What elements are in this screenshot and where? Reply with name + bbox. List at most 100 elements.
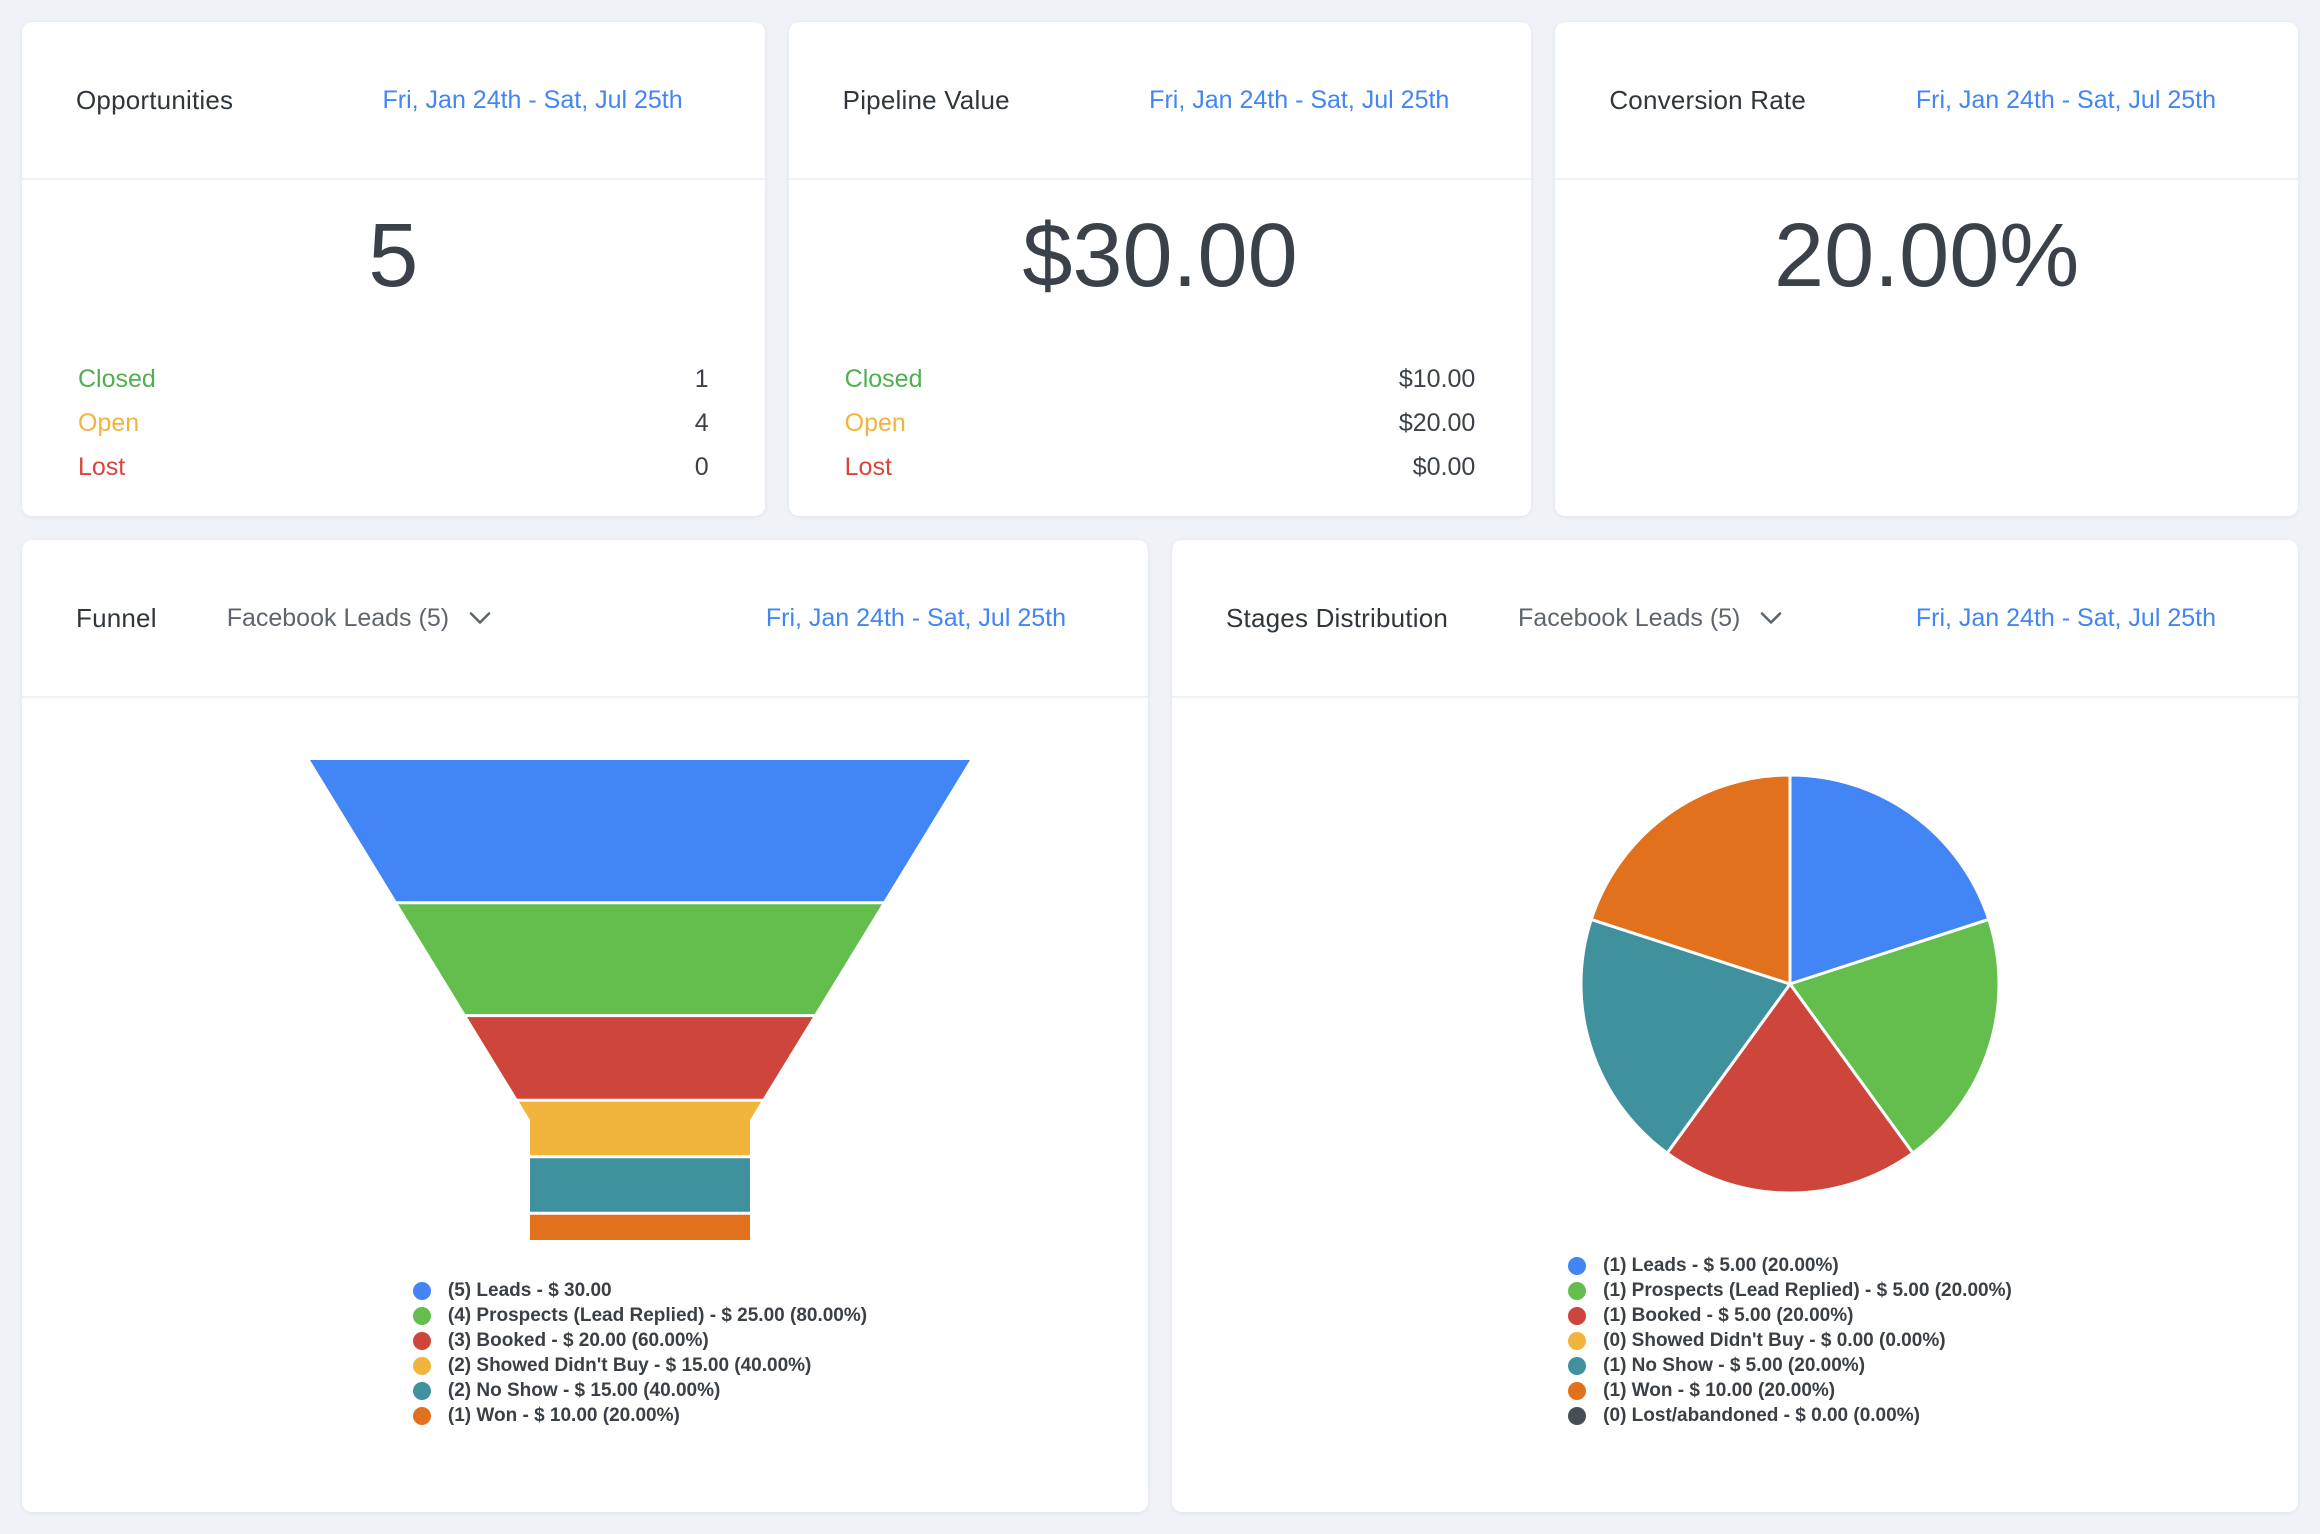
- stat-row-label: Open: [845, 409, 906, 438]
- legend-item-label: (1) Leads - $ 5.00 (20.00%): [1603, 1255, 1839, 1277]
- legend-dot-icon: [413, 1357, 431, 1375]
- stat-row-open: Open $20.00: [845, 401, 1476, 445]
- stages-distribution-card: Stages Distribution Facebook Leads (5) F…: [1172, 540, 2298, 1512]
- pipeline-value-card: Pipeline Value Fri, Jan 24th - Sat, Jul …: [789, 22, 1532, 516]
- card-title: Stages Distribution: [1226, 603, 1448, 634]
- stages-legend: (1) Leads - $ 5.00 (20.00%) (1) Prospects…: [1568, 1253, 2012, 1428]
- stat-row-label: Open: [78, 409, 139, 438]
- card-title: Funnel: [76, 603, 157, 634]
- stages-chart-area: (1) Leads - $ 5.00 (20.00%) (1) Prospects…: [1172, 698, 2298, 1428]
- legend-item-label: (2) No Show - $ 15.00 (40.00%): [448, 1380, 720, 1402]
- legend-item-no-show[interactable]: (1) No Show - $ 5.00 (20.00%): [1568, 1353, 2012, 1378]
- legend-dot-icon: [413, 1407, 431, 1425]
- pipeline-filter-dropdown[interactable]: Facebook Leads (5): [227, 604, 491, 633]
- pipeline-filter-dropdown[interactable]: Facebook Leads (5): [1518, 604, 1782, 633]
- opportunities-card-header: Opportunities Fri, Jan 24th - Sat, Jul 2…: [22, 22, 765, 180]
- stages-distribution-card-header: Stages Distribution Facebook Leads (5) F…: [1172, 540, 2298, 698]
- stat-row-value: $20.00: [1399, 409, 1475, 438]
- legend-dot-icon: [413, 1307, 431, 1325]
- card-title: Opportunities: [76, 85, 233, 116]
- stat-row-value: $0.00: [1413, 453, 1476, 482]
- legend-item-prospects-lead-replied[interactable]: (1) Prospects (Lead Replied) - $ 5.00 (2…: [1568, 1278, 2012, 1303]
- funnel-card-header: Funnel Facebook Leads (5) Fri, Jan 24th …: [22, 540, 1148, 698]
- legend-item-label: (1) Prospects (Lead Replied) - $ 5.00 (2…: [1603, 1280, 2012, 1302]
- stat-row-label: Closed: [845, 365, 923, 394]
- stat-row-value: $10.00: [1399, 365, 1475, 394]
- legend-item-label: (5) Leads - $ 30.00: [448, 1280, 612, 1302]
- card-title: Conversion Rate: [1609, 85, 1806, 116]
- stat-row-open: Open 4: [78, 401, 709, 445]
- stat-row-closed: Closed $10.00: [845, 357, 1476, 401]
- funnel-segment-won[interactable]: [530, 1215, 750, 1240]
- opportunities-card: Opportunities Fri, Jan 24th - Sat, Jul 2…: [22, 22, 765, 516]
- legend-item-showed-didn-t-buy[interactable]: (2) Showed Didn't Buy - $ 15.00 (40.00%): [413, 1353, 867, 1378]
- stat-row-label: Lost: [845, 453, 892, 482]
- legend-dot-icon: [1568, 1257, 1586, 1275]
- stat-row-label: Closed: [78, 365, 156, 394]
- legend-item-label: (0) Lost/abandoned - $ 0.00 (0.00%): [1603, 1405, 1920, 1427]
- legend-dot-icon: [1568, 1357, 1586, 1375]
- legend-dot-icon: [1568, 1332, 1586, 1350]
- funnel-chart-area: (5) Leads - $ 30.00 (4) Prospects (Lead R…: [22, 698, 1148, 1428]
- funnel-legend: (5) Leads - $ 30.00 (4) Prospects (Lead R…: [413, 1278, 867, 1428]
- stat-row-lost: Lost 0: [78, 445, 709, 489]
- conversion-rate-card: Conversion Rate Fri, Jan 24th - Sat, Jul…: [1555, 22, 2298, 516]
- opportunities-total-value: 5: [22, 210, 765, 302]
- funnel-segment-showed-didn-t-buy[interactable]: [519, 1102, 761, 1156]
- funnel-card: Funnel Facebook Leads (5) Fri, Jan 24th …: [22, 540, 1148, 1512]
- pipeline-filter-label: Facebook Leads (5): [227, 604, 449, 633]
- date-range-filter[interactable]: Fri, Jan 24th - Sat, Jul 25th: [766, 604, 1066, 633]
- stat-row-closed: Closed1: [78, 357, 709, 401]
- legend-item-no-show[interactable]: (2) No Show - $ 15.00 (40.00%): [413, 1378, 867, 1403]
- date-range-filter[interactable]: Fri, Jan 24th - Sat, Jul 25th: [1916, 86, 2216, 115]
- card-title: Pipeline Value: [843, 85, 1010, 116]
- opportunities-breakdown: Closed1 Open 4 Lost 0: [22, 357, 765, 489]
- legend-item-label: (1) Won - $ 10.00 (20.00%): [448, 1405, 680, 1427]
- stat-cards-row: Opportunities Fri, Jan 24th - Sat, Jul 2…: [22, 22, 2298, 516]
- funnel-segment-leads[interactable]: [310, 760, 970, 901]
- chart-cards-row: Funnel Facebook Leads (5) Fri, Jan 24th …: [22, 540, 2298, 1512]
- funnel-segment-no-show[interactable]: [530, 1158, 750, 1212]
- dashboard-page: Opportunities Fri, Jan 24th - Sat, Jul 2…: [0, 0, 2320, 1534]
- legend-dot-icon: [413, 1282, 431, 1300]
- legend-dot-icon: [1568, 1382, 1586, 1400]
- conversion-rate-value: 20.00%: [1555, 210, 2298, 302]
- legend-dot-icon: [1568, 1307, 1586, 1325]
- stat-row-label: Lost: [78, 453, 125, 482]
- pipeline-value-card-header: Pipeline Value Fri, Jan 24th - Sat, Jul …: [789, 22, 1532, 180]
- stat-row-lost: Lost $0.00: [845, 445, 1476, 489]
- legend-item-leads[interactable]: (5) Leads - $ 30.00: [413, 1278, 867, 1303]
- funnel-chart: [290, 760, 990, 1241]
- legend-item-label: (0) Showed Didn't Buy - $ 0.00 (0.00%): [1603, 1330, 1945, 1352]
- date-range-filter[interactable]: Fri, Jan 24th - Sat, Jul 25th: [1149, 86, 1449, 115]
- conversion-rate-card-header: Conversion Rate Fri, Jan 24th - Sat, Jul…: [1555, 22, 2298, 180]
- pipeline-filter-label: Facebook Leads (5): [1518, 604, 1740, 633]
- legend-item-label: (1) No Show - $ 5.00 (20.00%): [1603, 1355, 1865, 1377]
- legend-item-showed-didn-t-buy[interactable]: (0) Showed Didn't Buy - $ 0.00 (0.00%): [1568, 1328, 2012, 1353]
- legend-item-booked[interactable]: (3) Booked - $ 20.00 (60.00%): [413, 1328, 867, 1353]
- chevron-down-icon: [1760, 611, 1782, 625]
- date-range-filter[interactable]: Fri, Jan 24th - Sat, Jul 25th: [1916, 604, 2216, 633]
- date-range-filter[interactable]: Fri, Jan 24th - Sat, Jul 25th: [383, 86, 683, 115]
- legend-dot-icon: [1568, 1407, 1586, 1425]
- legend-item-prospects-lead-replied[interactable]: (4) Prospects (Lead Replied) - $ 25.00 (…: [413, 1303, 867, 1328]
- legend-item-lost-abandoned[interactable]: (0) Lost/abandoned - $ 0.00 (0.00%): [1568, 1403, 2012, 1428]
- legend-item-label: (4) Prospects (Lead Replied) - $ 25.00 (…: [448, 1305, 867, 1327]
- legend-item-booked[interactable]: (1) Booked - $ 5.00 (20.00%): [1568, 1303, 2012, 1328]
- stat-row-value: 0: [695, 453, 709, 482]
- legend-item-label: (1) Won - $ 10.00 (20.00%): [1603, 1380, 1835, 1402]
- pipeline-total-value: $30.00: [789, 210, 1532, 302]
- funnel-segment-prospects-lead-replied[interactable]: [398, 904, 882, 1014]
- legend-dot-icon: [1568, 1282, 1586, 1300]
- stat-row-value: 4: [695, 409, 709, 438]
- legend-dot-icon: [413, 1332, 431, 1350]
- legend-dot-icon: [413, 1382, 431, 1400]
- stages-pie-chart: [1578, 772, 2002, 1196]
- legend-item-leads[interactable]: (1) Leads - $ 5.00 (20.00%): [1568, 1253, 2012, 1278]
- pipeline-breakdown: Closed $10.00 Open $20.00 Lost $0.00: [789, 357, 1532, 489]
- funnel-segment-booked[interactable]: [467, 1017, 813, 1099]
- legend-item-label: (3) Booked - $ 20.00 (60.00%): [448, 1330, 709, 1352]
- legend-item-label: (2) Showed Didn't Buy - $ 15.00 (40.00%): [448, 1355, 812, 1377]
- legend-item-won[interactable]: (1) Won - $ 10.00 (20.00%): [1568, 1378, 2012, 1403]
- legend-item-won[interactable]: (1) Won - $ 10.00 (20.00%): [413, 1403, 867, 1428]
